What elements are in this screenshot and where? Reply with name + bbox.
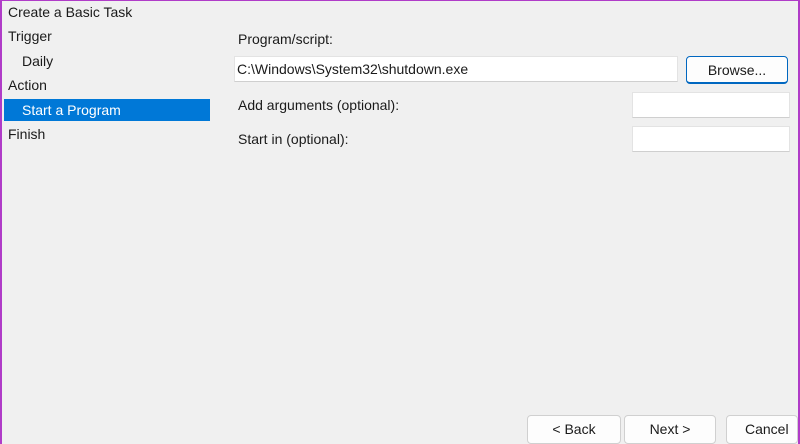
step-start-a-program[interactable]: Start a Program <box>4 99 210 121</box>
step-action[interactable]: Action <box>8 74 47 96</box>
back-button[interactable]: < Back <box>527 415 621 444</box>
cancel-button[interactable]: Cancel <box>726 415 798 444</box>
add-arguments-input[interactable] <box>632 92 790 118</box>
step-daily[interactable]: Daily <box>22 50 53 72</box>
browse-button[interactable]: Browse... <box>686 56 788 84</box>
step-finish[interactable]: Finish <box>8 123 45 145</box>
wizard-title: Create a Basic Task <box>8 4 133 20</box>
next-button[interactable]: Next > <box>624 415 716 444</box>
program-script-input[interactable] <box>234 56 678 82</box>
start-in-input[interactable] <box>632 126 790 152</box>
program-script-label: Program/script: <box>238 31 333 47</box>
step-trigger[interactable]: Trigger <box>8 25 52 47</box>
start-in-label: Start in (optional): <box>238 131 349 147</box>
add-arguments-label: Add arguments (optional): <box>238 97 400 113</box>
